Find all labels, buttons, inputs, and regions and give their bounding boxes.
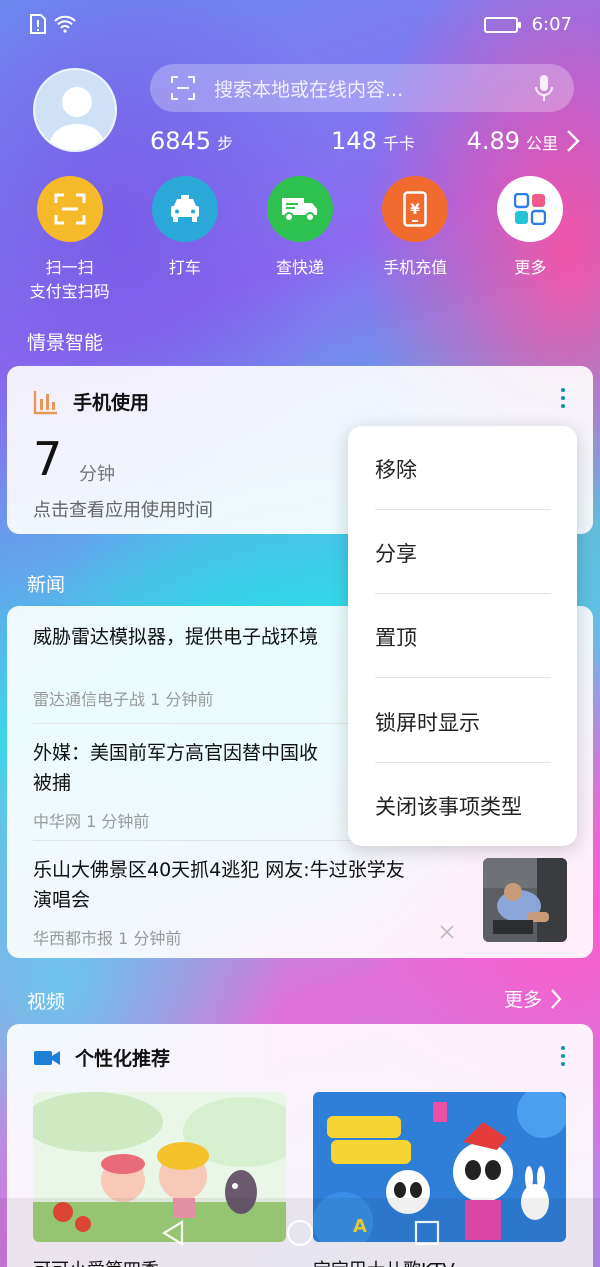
menu-divider — [375, 593, 551, 594]
quick-action-scan[interactable]: 扫一扫 支付宝扫码 — [15, 176, 125, 304]
scan-icon[interactable] — [170, 75, 196, 101]
navigation-bar — [0, 1198, 600, 1267]
context-menu: 移除 分享 置顶 锁屏时显示 关闭该事项类型 — [348, 426, 577, 846]
menu-item-show-on-lockscreen[interactable]: 锁屏时显示 — [375, 707, 480, 737]
news-title-line1[interactable]: 乐山大佛景区40天抓4逃犯 网友:牛过张学友 — [33, 855, 473, 885]
svg-text:¥: ¥ — [410, 202, 420, 218]
quick-action-recharge[interactable]: ¥ 手机充值 — [360, 176, 470, 304]
quick-action-more[interactable]: 更多 — [475, 176, 585, 304]
video-card-title: 个性化推荐 — [75, 1048, 171, 1070]
quick-action-label: 打车 — [168, 258, 201, 277]
usage-card-header: 手机使用 — [33, 388, 149, 415]
news-title[interactable]: 威胁雷达模拟器，提供电子战环境 — [33, 622, 353, 652]
usage-unit: 分钟 — [79, 464, 115, 485]
delivery-truck-icon — [281, 198, 317, 222]
bar-chart-icon — [33, 390, 57, 414]
quick-action-label: 扫一扫 — [45, 258, 94, 277]
menu-item-remove[interactable]: 移除 — [375, 454, 417, 484]
search-input[interactable]: 搜索本地或在线内容... — [214, 75, 534, 102]
news-item[interactable]: 乐山大佛景区40天抓4逃犯 网友:牛过张学友 演唱会 华西都市报 1 分钟前 — [33, 855, 473, 949]
user-silhouette-icon — [47, 87, 107, 150]
section-title-news: 新闻 — [27, 574, 66, 596]
health-stats[interactable]: 6845 步 148 千卡 4.89 公里 — [150, 124, 580, 158]
menu-divider — [375, 677, 551, 678]
status-time: 6:07 — [531, 14, 572, 35]
usage-value: 7 — [33, 432, 63, 486]
steps-unit: 步 — [217, 134, 234, 153]
scan-icon — [54, 193, 86, 225]
recent-apps-icon[interactable] — [414, 1220, 440, 1246]
recharge-circle[interactable]: ¥ — [382, 176, 449, 242]
status-bar: 6:07 — [0, 0, 600, 50]
status-right: 6:07 — [483, 14, 572, 35]
news-meta: 华西都市报 1 分钟前 — [33, 929, 182, 948]
calories-unit: 千卡 — [382, 134, 415, 153]
quick-action-label: 更多 — [514, 258, 547, 277]
home-icon[interactable] — [286, 1219, 314, 1247]
search-bar[interactable]: 搜索本地或在线内容... — [150, 64, 574, 112]
quick-action-label: 手机充值 — [383, 258, 448, 277]
calories-value: 148 — [331, 127, 377, 155]
scan-circle[interactable] — [36, 176, 103, 242]
more-options-icon[interactable] — [561, 388, 567, 408]
menu-divider — [375, 509, 551, 510]
news-title-line1[interactable]: 外媒：美国前军方高官因替中国收 — [33, 738, 353, 768]
back-icon[interactable] — [160, 1219, 186, 1247]
phone-recharge-icon: ¥ — [403, 191, 427, 227]
taxi-icon — [170, 195, 199, 222]
avatar[interactable] — [33, 68, 117, 152]
usage-card-title: 手机使用 — [73, 392, 150, 414]
distance-stat: 4.89 公里 — [447, 127, 558, 155]
distance-unit: 公里 — [526, 134, 559, 153]
taxi-circle[interactable] — [151, 176, 218, 242]
more-apps-icon — [514, 193, 547, 225]
calories-stat: 148 千卡 — [299, 127, 446, 155]
battery-icon — [483, 16, 521, 33]
sim-alert-icon — [30, 14, 46, 34]
menu-item-pin-top[interactable]: 置顶 — [375, 622, 417, 652]
video-camera-icon — [34, 1050, 60, 1065]
video-more-label: 更多 — [504, 989, 543, 1011]
chevron-right-icon[interactable] — [566, 129, 580, 153]
microphone-icon[interactable] — [534, 74, 554, 102]
news-photo-icon — [483, 858, 567, 942]
usage-hint: 点击查看应用使用时间 — [33, 500, 213, 521]
news-title-line2[interactable]: 演唱会 — [33, 885, 473, 915]
quick-action-label: 查快递 — [275, 258, 324, 277]
steps-stat: 6845 步 — [150, 127, 299, 155]
wifi-icon — [54, 15, 76, 33]
delivery-circle[interactable] — [266, 176, 333, 242]
more-circle[interactable] — [497, 176, 564, 242]
status-left — [30, 14, 76, 34]
video-card-header: 个性化推荐 — [33, 1044, 170, 1071]
section-title-video: 视频 — [27, 991, 66, 1013]
menu-item-share[interactable]: 分享 — [375, 538, 417, 568]
steps-value: 6845 — [150, 127, 212, 155]
quick-action-sublabel: 支付宝扫码 — [29, 282, 110, 301]
menu-item-close-type[interactable]: 关闭该事项类型 — [375, 791, 522, 821]
menu-divider — [375, 762, 551, 763]
news-thumbnail[interactable] — [483, 858, 567, 942]
video-more-link[interactable]: 更多 — [504, 985, 562, 1012]
quick-actions: 扫一扫 支付宝扫码 打车 查快递 ¥ 手机充值 更多 — [0, 176, 600, 304]
quick-action-delivery[interactable]: 查快递 — [245, 176, 355, 304]
more-options-icon[interactable] — [561, 1046, 567, 1066]
distance-value: 4.89 — [466, 127, 521, 155]
chevron-right-icon — [551, 988, 562, 1009]
close-icon[interactable] — [439, 924, 455, 940]
quick-action-taxi[interactable]: 打车 — [130, 176, 240, 304]
section-title-smart: 情景智能 — [27, 332, 104, 354]
